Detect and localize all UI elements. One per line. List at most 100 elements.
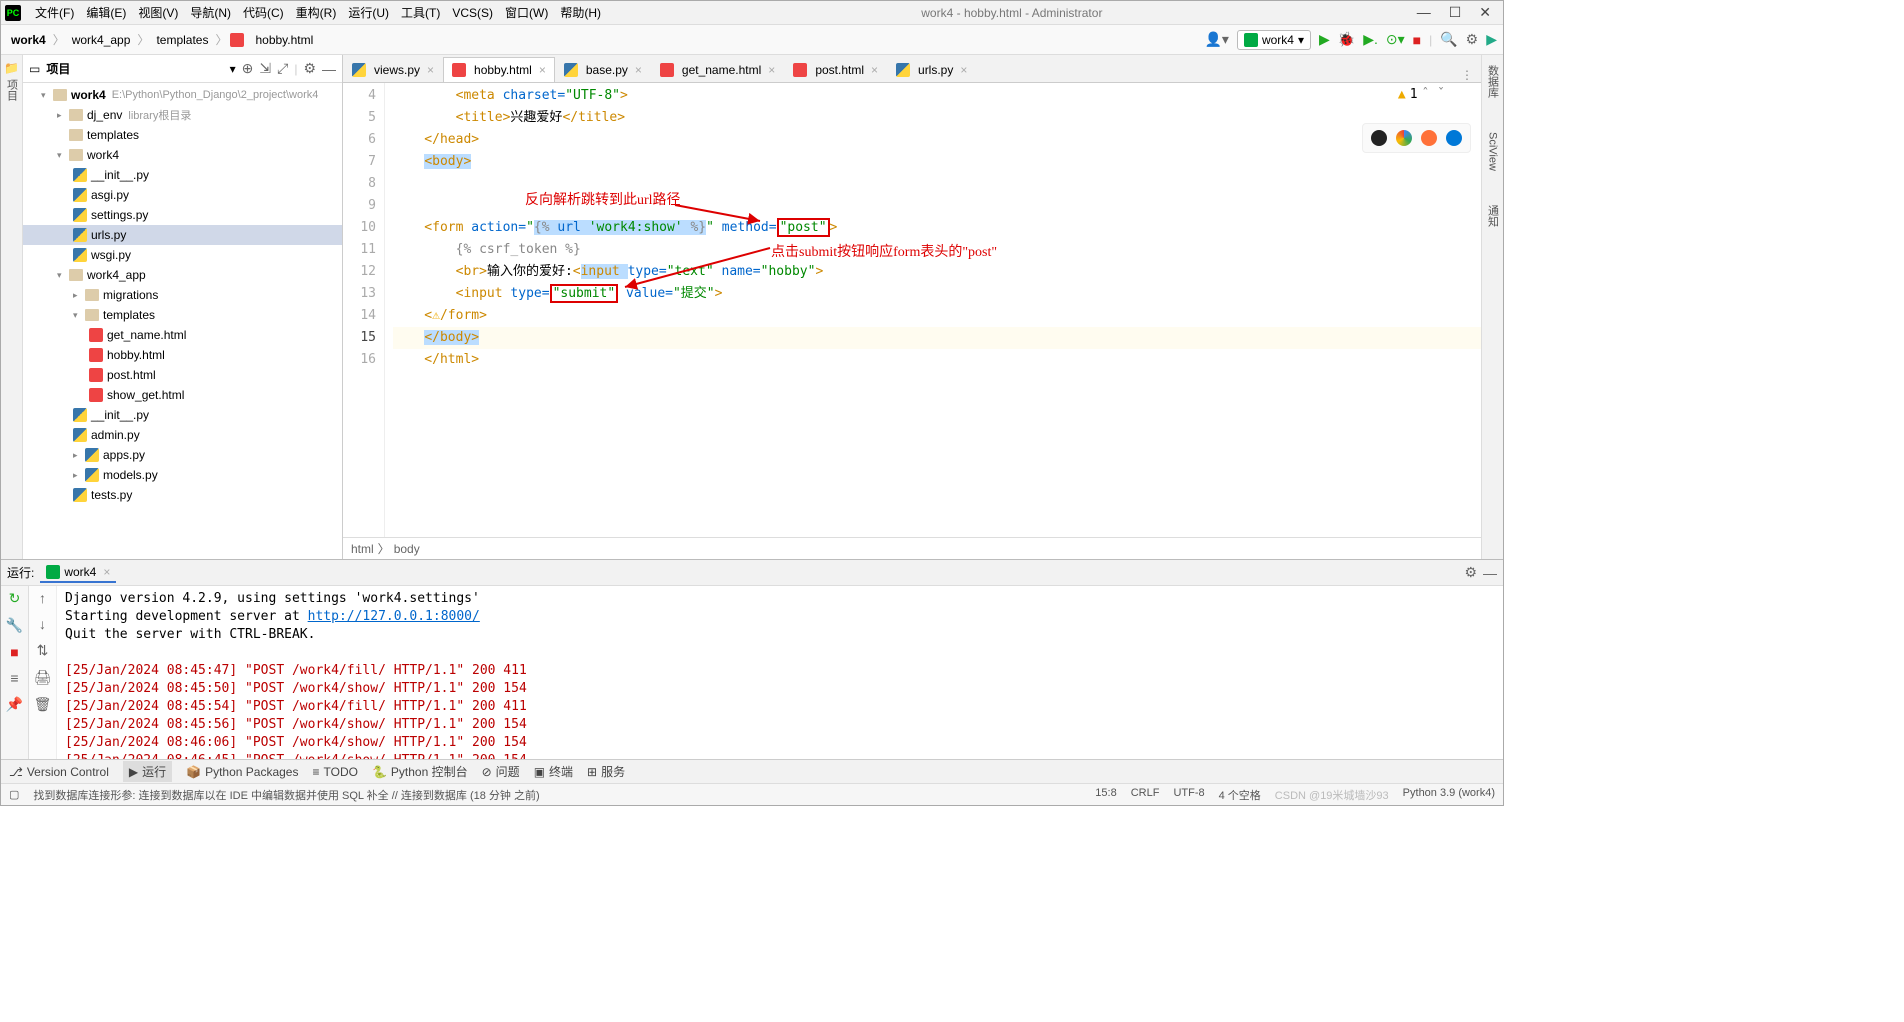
close-icon[interactable]: × (768, 63, 775, 77)
todo-tool-button[interactable]: ≡ TODO (312, 765, 357, 779)
tree-work4-pkg[interactable]: ▾work4 (23, 145, 342, 165)
maximize-button[interactable]: ☐ (1449, 4, 1462, 21)
packages-tool-button[interactable]: 📦 Python Packages (186, 765, 298, 779)
settings-icon[interactable]: ⚙ (1466, 31, 1479, 48)
collapse-icon[interactable]: ⤢ (277, 60, 288, 77)
coverage-button[interactable]: ▶. (1363, 31, 1378, 48)
tree-asgi[interactable]: asgi.py (23, 185, 342, 205)
menu-tools[interactable]: 工具(T) (395, 2, 446, 23)
debug-button[interactable]: 🐞 (1338, 31, 1355, 48)
status-indicator-icon[interactable]: ▢ (9, 788, 19, 801)
tab-urls[interactable]: urls.py× (887, 56, 976, 82)
project-tool-tab[interactable]: 📁 (4, 61, 19, 75)
close-icon[interactable]: × (960, 63, 967, 77)
stop-icon[interactable]: ■ (10, 644, 18, 660)
gear-icon[interactable]: ⚙ (303, 60, 316, 77)
run-tool-icon[interactable]: 🔧 (6, 617, 23, 634)
menu-edit[interactable]: 编辑(E) (80, 2, 132, 23)
tab-base[interactable]: base.py× (555, 56, 651, 82)
pin-icon[interactable]: 📌 (6, 696, 23, 713)
search-icon[interactable]: 🔍 (1440, 31, 1457, 48)
menu-nav[interactable]: 导航(N) (184, 2, 237, 23)
sciview-tool-tab[interactable]: SciView (1487, 132, 1499, 171)
breadcrumb-templates[interactable]: templates (152, 31, 212, 49)
tree-urls[interactable]: urls.py (23, 225, 342, 245)
tree-apps[interactable]: ▸apps.py (23, 445, 342, 465)
tree-app-init[interactable]: __init__.py (23, 405, 342, 425)
hide-panel-icon[interactable]: — (322, 61, 336, 77)
menu-vcs[interactable]: VCS(S) (446, 4, 499, 22)
menu-file[interactable]: 文件(F) (29, 2, 80, 23)
menu-view[interactable]: 视图(V) (132, 2, 184, 23)
tree-templates-root[interactable]: templates (23, 125, 342, 145)
pycharm-icon[interactable] (1371, 130, 1387, 146)
tree-models[interactable]: ▸models.py (23, 465, 342, 485)
tab-views[interactable]: views.py× (343, 56, 443, 82)
menu-window[interactable]: 窗口(W) (499, 2, 554, 23)
user-icon[interactable]: 👤▾ (1204, 31, 1228, 48)
layout-icon[interactable]: ≡ (10, 670, 18, 686)
line-sep[interactable]: CRLF (1131, 787, 1160, 803)
run-tab-work4[interactable]: work4× (40, 563, 116, 583)
close-icon[interactable]: × (635, 63, 642, 77)
tab-getname[interactable]: get_name.html× (651, 56, 784, 82)
down-icon[interactable]: ↓ (39, 616, 46, 632)
tree-wsgi[interactable]: wsgi.py (23, 245, 342, 265)
tree-migrations[interactable]: ▸migrations (23, 285, 342, 305)
rerun-icon[interactable]: ↻ (9, 590, 21, 607)
wrap-icon[interactable]: ⇅ (37, 642, 49, 659)
minimize-button[interactable]: — (1417, 4, 1431, 21)
encoding[interactable]: UTF-8 (1173, 787, 1204, 803)
terminal-tool-button[interactable]: ▣ 终端 (534, 763, 573, 780)
indent[interactable]: 4 个空格 (1219, 787, 1261, 803)
tree-init[interactable]: __init__.py (23, 165, 342, 185)
profile-button[interactable]: ⊙▾ (1386, 31, 1405, 48)
notifications-tool-tab[interactable]: 通知 (1485, 205, 1501, 227)
tree-getname[interactable]: get_name.html (23, 325, 342, 345)
run-button[interactable]: ▶ (1319, 31, 1330, 48)
database-tool-tab[interactable]: 数据库 (1485, 65, 1501, 98)
firefox-icon[interactable] (1421, 130, 1437, 146)
run-hide-icon[interactable]: — (1483, 565, 1497, 581)
editor[interactable]: 45678910111213141516 <meta charset="UTF-… (343, 83, 1481, 537)
print-icon[interactable]: 🖨 (34, 669, 52, 686)
more-icon[interactable]: ▶ (1486, 31, 1497, 48)
locate-icon[interactable]: ⊕ (242, 60, 254, 77)
server-url-link[interactable]: http://127.0.0.1:8000/ (308, 609, 480, 624)
menu-refactor[interactable]: 重构(R) (290, 2, 343, 23)
inspection-badge[interactable]: ▲1ˆ ˇ (1398, 87, 1445, 102)
project-dropdown-icon[interactable]: ▭ (29, 62, 40, 76)
breadcrumb-root[interactable]: work4 (7, 31, 50, 49)
run-tool-button[interactable]: ▶ 运行 (123, 761, 172, 782)
tree-djenv[interactable]: ▸dj_envlibrary根目录 (23, 105, 342, 125)
status-message[interactable]: 找到数据库连接形参: 连接到数据库以在 IDE 中编辑数据并使用 SQL 补全 … (33, 787, 539, 803)
interpreter[interactable]: Python 3.9 (work4) (1403, 787, 1495, 803)
tree-settings[interactable]: settings.py (23, 205, 342, 225)
services-tool-button[interactable]: ⊞ 服务 (587, 763, 625, 780)
bc-body[interactable]: body (394, 542, 420, 556)
project-dropdown[interactable]: ▾ (230, 62, 236, 76)
run-config-selector[interactable]: work4 ▾ (1237, 30, 1311, 50)
expand-icon[interactable]: ⇲ (259, 60, 271, 77)
tree-showget[interactable]: show_get.html (23, 385, 342, 405)
tree-root[interactable]: ▾work4E:\Python\Python_Django\2_project\… (23, 85, 342, 105)
run-gear-icon[interactable]: ⚙ (1464, 564, 1477, 581)
tree-post[interactable]: post.html (23, 365, 342, 385)
tree-work4app[interactable]: ▾work4_app (23, 265, 342, 285)
menu-help[interactable]: 帮助(H) (554, 2, 607, 23)
edge-icon[interactable] (1446, 130, 1462, 146)
breadcrumb-file[interactable]: hobby.html (251, 31, 317, 49)
breadcrumb-app[interactable]: work4_app (68, 31, 135, 49)
stop-button[interactable]: ■ (1413, 32, 1421, 48)
tree-tests[interactable]: tests.py (23, 485, 342, 505)
problems-tool-button[interactable]: ⊘ 问题 (482, 763, 520, 780)
vcs-tool-button[interactable]: ⎇ Version Control (9, 765, 109, 779)
project-tool-label[interactable]: 项目 (4, 79, 20, 101)
console-output[interactable]: Django version 4.2.9, using settings 'wo… (57, 586, 1503, 759)
up-icon[interactable]: ↑ (39, 590, 46, 606)
bc-html[interactable]: html (351, 542, 374, 556)
tabs-more-icon[interactable]: ⋮ (1453, 68, 1481, 82)
trash-icon[interactable]: 🗑 (34, 696, 52, 713)
cursor-position[interactable]: 15:8 (1095, 787, 1116, 803)
menu-code[interactable]: 代码(C) (237, 2, 290, 23)
